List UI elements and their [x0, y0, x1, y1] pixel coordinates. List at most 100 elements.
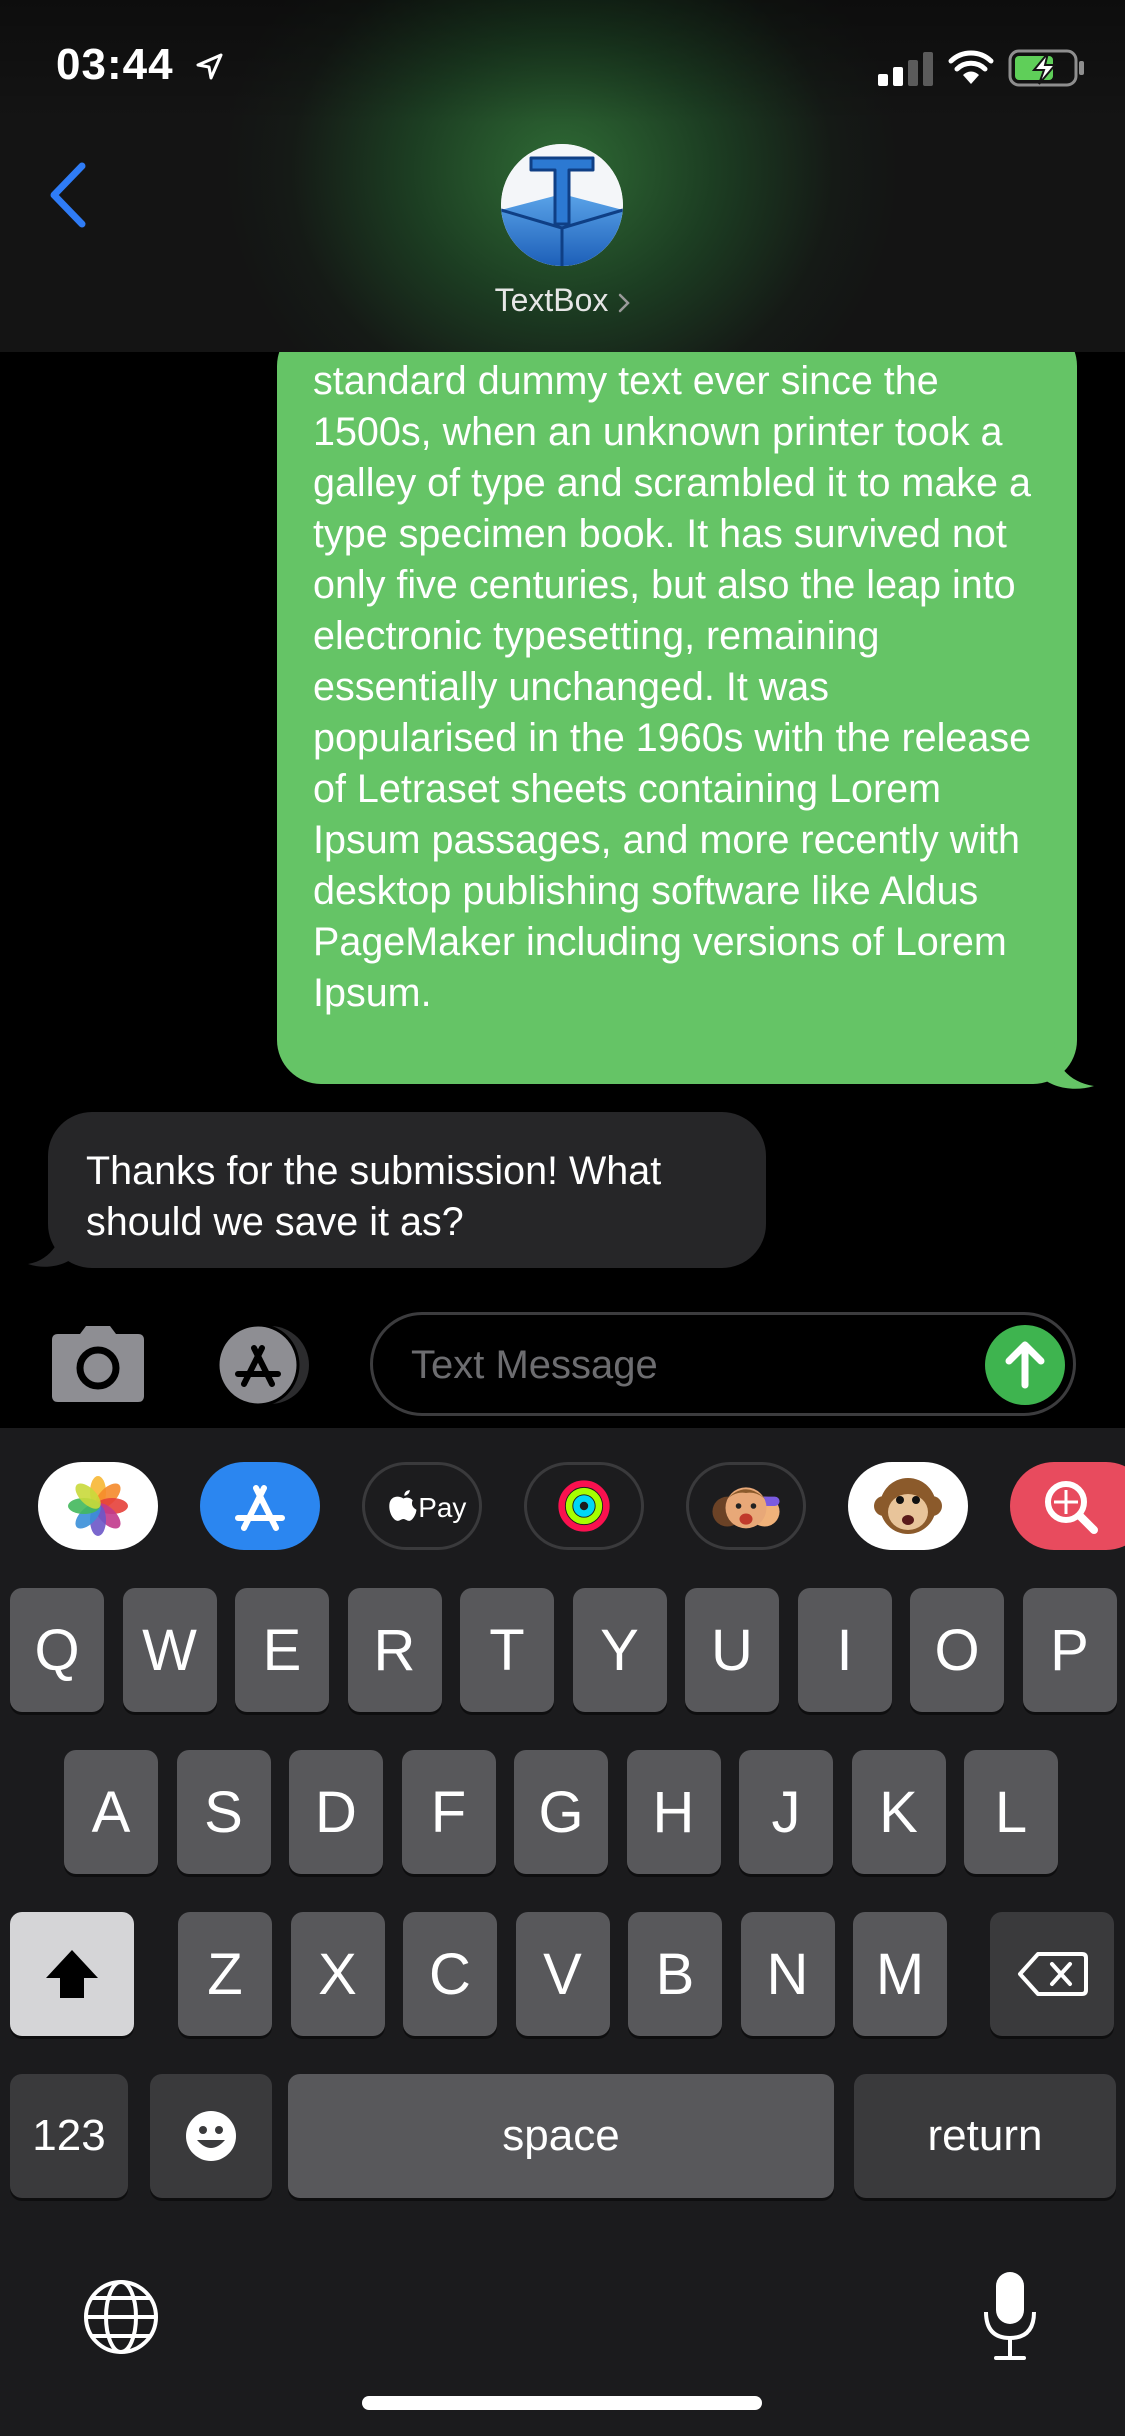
arrow-up-icon	[1005, 1341, 1045, 1389]
incoming-bubble-tail	[28, 1216, 78, 1267]
key-label: H	[652, 1779, 695, 1845]
key-w[interactable]: W	[122, 1588, 217, 1712]
key-label: V	[543, 1941, 582, 2007]
image-search-icon	[1045, 1481, 1098, 1534]
activity-app-button[interactable]	[524, 1462, 644, 1550]
location-arrow-icon	[196, 53, 223, 80]
key-label: D	[315, 1779, 357, 1845]
key-h[interactable]: H	[626, 1750, 721, 1874]
shift-arrow-icon	[46, 1950, 98, 1998]
outgoing-message-bubble[interactable]: standard dummy text ever since the 1500s…	[277, 352, 1077, 1084]
key-label: S	[204, 1779, 243, 1845]
key-z[interactable]: Z	[178, 1912, 272, 2036]
key-m[interactable]: M	[853, 1912, 947, 2036]
send-button[interactable]	[985, 1325, 1065, 1405]
images-search-app-button[interactable]	[1010, 1462, 1125, 1550]
numbers-key[interactable]: 123	[10, 2074, 128, 2198]
key-v[interactable]: V	[515, 1912, 610, 2036]
key-label: B	[655, 1941, 695, 2007]
key-label: E	[262, 1617, 302, 1683]
key-label: F	[430, 1779, 467, 1845]
message-thread[interactable]: standard dummy text ever since the 1500s…	[0, 352, 1125, 1302]
key-label: A	[91, 1779, 131, 1845]
status-bar: 03:44	[0, 0, 1125, 140]
key-b[interactable]: B	[628, 1912, 722, 2036]
key-k[interactable]: K	[851, 1750, 946, 1874]
key-a[interactable]: A	[64, 1750, 158, 1874]
key-label: R	[373, 1617, 416, 1683]
memoji-icon	[712, 1487, 780, 1529]
battery-charging-icon	[1008, 49, 1084, 87]
key-label: Z	[207, 1941, 243, 2007]
memoji-app-button[interactable]	[686, 1462, 806, 1550]
photos-icon	[68, 1476, 128, 1536]
key-label: L	[994, 1779, 1028, 1845]
contact-name[interactable]: TextBox	[495, 282, 609, 318]
key-i[interactable]: I	[797, 1588, 892, 1712]
key-label: T	[489, 1617, 525, 1683]
key-label: O	[934, 1617, 980, 1683]
return-key-label: return	[927, 2111, 1043, 2160]
key-label: W	[142, 1617, 197, 1683]
animoji-app-button[interactable]	[848, 1462, 968, 1550]
key-label: M	[875, 1941, 925, 2007]
home-indicator[interactable]	[362, 2396, 762, 2410]
key-label: I	[836, 1617, 853, 1683]
chevron-right-icon	[619, 293, 631, 312]
key-l[interactable]: L	[964, 1750, 1058, 1874]
key-r[interactable]: R	[347, 1588, 442, 1712]
apple-pay-app-button[interactable]: Pay	[362, 1462, 482, 1550]
contact-name-row[interactable]: TextBox	[0, 282, 1125, 319]
compose-bar: Text Message	[0, 1302, 1125, 1428]
microphone-icon[interactable]	[980, 2268, 1040, 2364]
cellular-signal-icon	[878, 52, 933, 86]
app-store-app-icon	[235, 1485, 285, 1531]
emoji-key[interactable]	[150, 2074, 272, 2198]
outgoing-bubble-tail	[1040, 1042, 1094, 1089]
photos-app-button[interactable]	[38, 1462, 158, 1550]
app-store-app-button[interactable]	[200, 1462, 320, 1550]
shift-key[interactable]	[10, 1912, 134, 2036]
backspace-icon	[1018, 1952, 1088, 1996]
activity-rings-icon	[558, 1480, 610, 1532]
globe-icon[interactable]	[82, 2278, 160, 2356]
key-u[interactable]: U	[685, 1588, 779, 1712]
key-o[interactable]: O	[910, 1588, 1004, 1712]
key-q[interactable]: Q	[10, 1588, 104, 1712]
key-x[interactable]: X	[290, 1912, 385, 2036]
key-label: P	[1050, 1617, 1089, 1683]
key-f[interactable]: F	[401, 1750, 496, 1874]
textbox-logo-icon	[501, 144, 623, 266]
numbers-key-label: 123	[32, 2111, 106, 2160]
key-t[interactable]: T	[460, 1588, 554, 1712]
key-s[interactable]: S	[176, 1750, 271, 1874]
message-text-input[interactable]: Text Message	[370, 1312, 1076, 1416]
key-label: G	[538, 1779, 584, 1845]
apple-pay-label: Pay	[418, 1492, 466, 1523]
app-store-icon[interactable]	[210, 1324, 318, 1406]
key-c[interactable]: C	[403, 1912, 497, 2036]
imessage-app-strip[interactable]: Pay	[0, 1428, 1125, 1578]
key-n[interactable]: N	[740, 1912, 835, 2036]
message-placeholder: Text Message	[411, 1343, 658, 1387]
key-g[interactable]: G	[514, 1750, 608, 1874]
back-chevron-icon[interactable]	[46, 160, 90, 230]
key-label: K	[879, 1779, 918, 1845]
space-key-label: space	[502, 2111, 620, 2160]
key-label: Y	[600, 1617, 639, 1683]
key-d[interactable]: D	[289, 1750, 383, 1874]
return-key[interactable]: return	[854, 2074, 1116, 2198]
key-y[interactable]: Y	[572, 1588, 667, 1712]
emoji-smiley-icon	[186, 2111, 236, 2161]
incoming-message-bubble[interactable]: Thanks for the submission! What should w…	[48, 1112, 766, 1268]
incoming-message-text: Thanks for the submission! What should w…	[86, 1149, 662, 1244]
contact-avatar[interactable]	[501, 144, 623, 266]
key-label: J	[771, 1779, 801, 1845]
key-j[interactable]: J	[739, 1750, 833, 1874]
camera-icon[interactable]	[50, 1324, 146, 1404]
key-label: N	[766, 1941, 809, 2007]
key-p[interactable]: P	[1022, 1588, 1117, 1712]
key-e[interactable]: E	[235, 1588, 329, 1712]
delete-key[interactable]	[990, 1912, 1114, 2036]
space-key[interactable]: space	[288, 2074, 834, 2198]
